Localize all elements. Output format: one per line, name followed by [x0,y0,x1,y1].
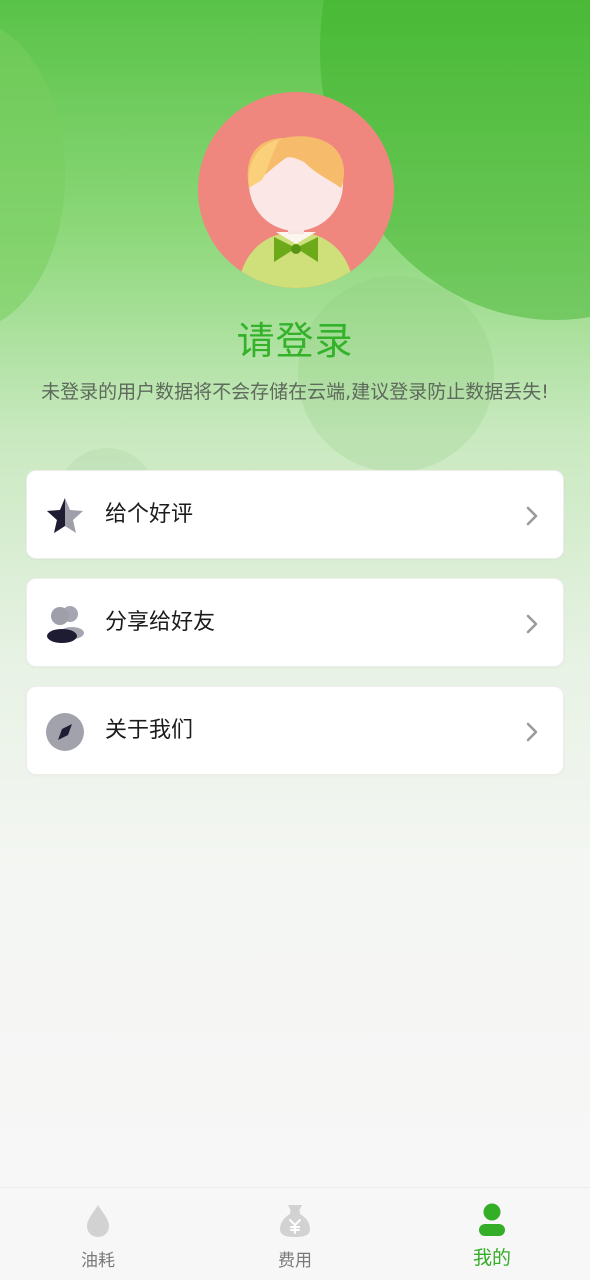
menu-item-share[interactable]: 分享给好友 [26,578,564,667]
chevron-right-icon [525,505,539,527]
tab-cost[interactable]: 费用 [197,1188,393,1280]
chevron-right-icon [525,721,539,743]
menu-item-about[interactable]: 关于我们 [26,686,564,775]
profile-page: 请登录 未登录的用户数据将不会存储在云端,建议登录防止数据丢失! 给个好评 分享… [0,0,590,1280]
tab-fuel[interactable]: 油耗 [0,1188,196,1280]
tab-label: 油耗 [81,1251,115,1271]
star-icon [45,496,85,536]
money-bag-icon [279,1202,311,1238]
tab-label: 我的 [472,1247,511,1269]
tab-label: 费用 [278,1251,312,1271]
login-description: 未登录的用户数据将不会存储在云端,建议登录防止数据丢失! [41,381,549,403]
menu-item-rate[interactable]: 给个好评 [26,470,564,559]
menu-item-label: 给个好评 [105,502,194,527]
avatar-illustration [198,92,394,288]
compass-icon [45,712,85,752]
decorative-circle [0,20,65,330]
tab-mine[interactable]: 我的 [394,1188,590,1280]
menu-item-label: 关于我们 [105,718,194,743]
droplet-icon [82,1202,114,1238]
menu-item-label: 分享给好友 [105,610,216,635]
login-title[interactable]: 请登录 [0,310,590,365]
users-icon [45,604,85,644]
chevron-right-icon [525,613,539,635]
decorative-circle [298,276,494,472]
bottom-tab-bar: 油耗 费用 我的 [0,1187,590,1280]
user-icon [476,1202,508,1238]
avatar[interactable] [198,92,394,288]
